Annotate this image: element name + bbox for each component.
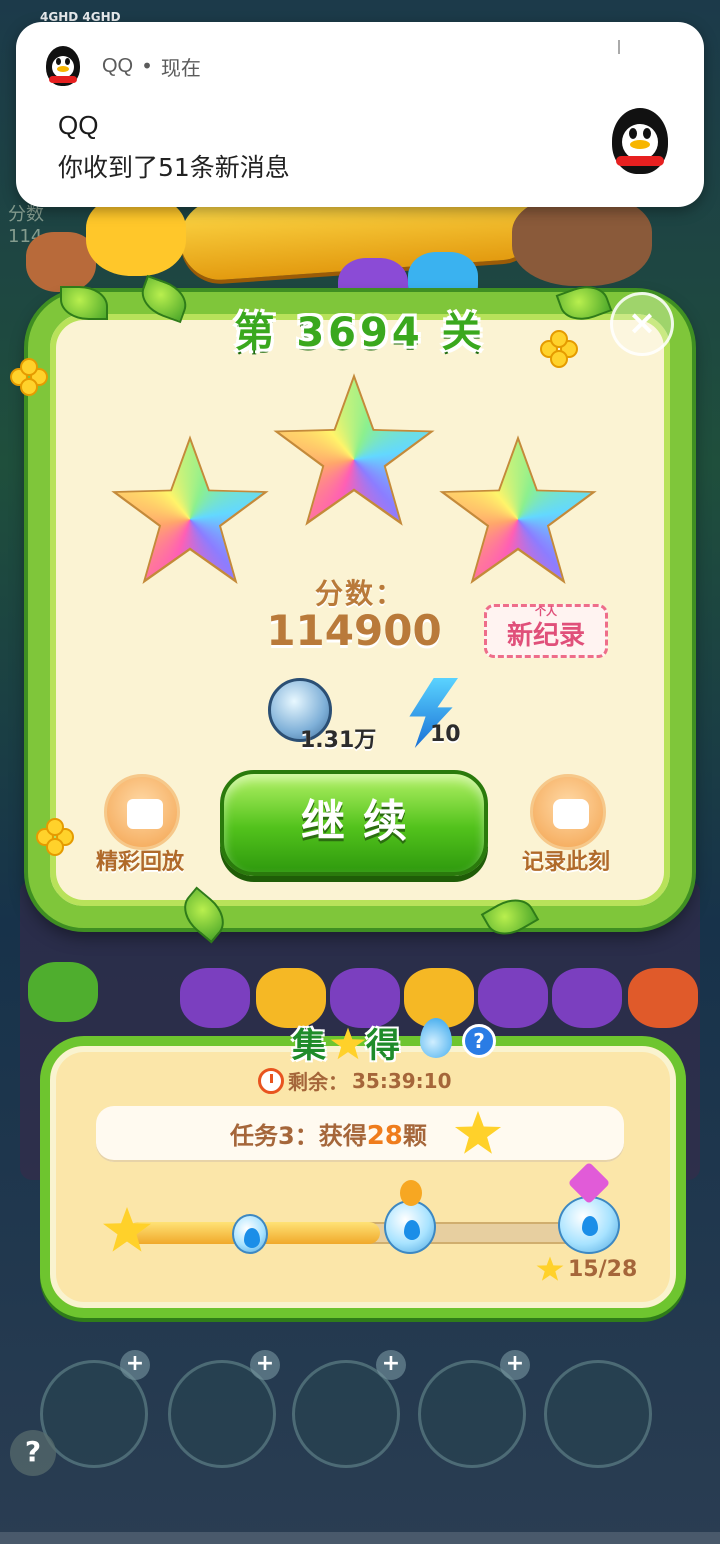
record-personal-label: 个人 — [535, 605, 557, 618]
clock-icon — [258, 1067, 284, 1094]
water-drop-icon — [420, 1018, 452, 1058]
raccoon-character — [512, 196, 652, 286]
add-booster-plus-icon[interactable]: + — [376, 1350, 406, 1380]
new-record-badge: 个人 新纪录 — [484, 604, 608, 658]
add-booster-plus-icon[interactable]: + — [250, 1350, 280, 1380]
quest-timer: 剩余： 35:39:10 — [258, 1066, 452, 1095]
qq-penguin-icon — [46, 46, 80, 86]
star-icon — [330, 1027, 366, 1060]
video-camera-icon — [127, 799, 163, 829]
continue-button[interactable]: 继续 — [220, 770, 488, 876]
quest-title: 集得 — [292, 1026, 404, 1066]
star-icon — [536, 1256, 564, 1281]
coin-reward-value: 1.31万 — [300, 728, 377, 753]
capture-label[interactable]: 记录此刻 — [522, 844, 610, 876]
owl-character — [478, 968, 548, 1028]
timer-label: 剩余： — [288, 1070, 348, 1094]
notification-app-name: QQ — [102, 54, 134, 77]
reward-bottle-large-icon[interactable] — [558, 1196, 620, 1254]
flower-decoration — [10, 358, 50, 398]
task-description: 任务3：获得28颗 — [230, 1121, 427, 1151]
navigation-bar — [0, 1532, 720, 1544]
quest-help-button[interactable]: ? — [462, 1024, 496, 1058]
capture-button[interactable] — [530, 774, 606, 850]
frog-character — [28, 962, 98, 1022]
qq-notification[interactable]: QQ • 现在 QQ 你收到了51条新消息 — [16, 22, 704, 207]
owl-character — [180, 968, 250, 1028]
flower-decoration — [36, 818, 76, 858]
qq-penguin-avatar-icon — [612, 108, 668, 174]
notification-header: QQ • 现在 — [46, 46, 201, 86]
notification-time: 现在 — [160, 55, 201, 80]
bottle-cap-icon — [400, 1180, 422, 1206]
add-booster-plus-icon[interactable]: + — [500, 1350, 530, 1380]
chick-character — [86, 196, 186, 276]
quest-progress-count: 15/28 — [536, 1256, 637, 1282]
notification-title: QQ — [58, 110, 99, 140]
fox-character — [628, 968, 698, 1028]
timer-value: 35:39:10 — [352, 1068, 452, 1093]
record-label: 新纪录 — [506, 621, 585, 651]
notification-handle — [618, 40, 630, 54]
replay-button[interactable] — [104, 774, 180, 850]
close-button[interactable]: × — [610, 292, 674, 356]
notification-separator: • — [141, 54, 153, 78]
owl-character — [552, 968, 622, 1028]
add-booster-plus-icon[interactable]: + — [120, 1350, 150, 1380]
energy-reward-value: 10 — [430, 722, 461, 747]
reward-bottle-medium-icon[interactable] — [384, 1200, 436, 1254]
booster-column-button[interactable] — [544, 1360, 652, 1468]
help-button[interactable]: ? — [10, 1430, 56, 1476]
replay-label[interactable]: 精彩回放 — [96, 844, 184, 876]
notification-body: 你收到了51条新消息 — [58, 153, 290, 182]
reward-bottle-small-icon[interactable] — [232, 1214, 268, 1254]
camera-icon — [553, 799, 589, 829]
